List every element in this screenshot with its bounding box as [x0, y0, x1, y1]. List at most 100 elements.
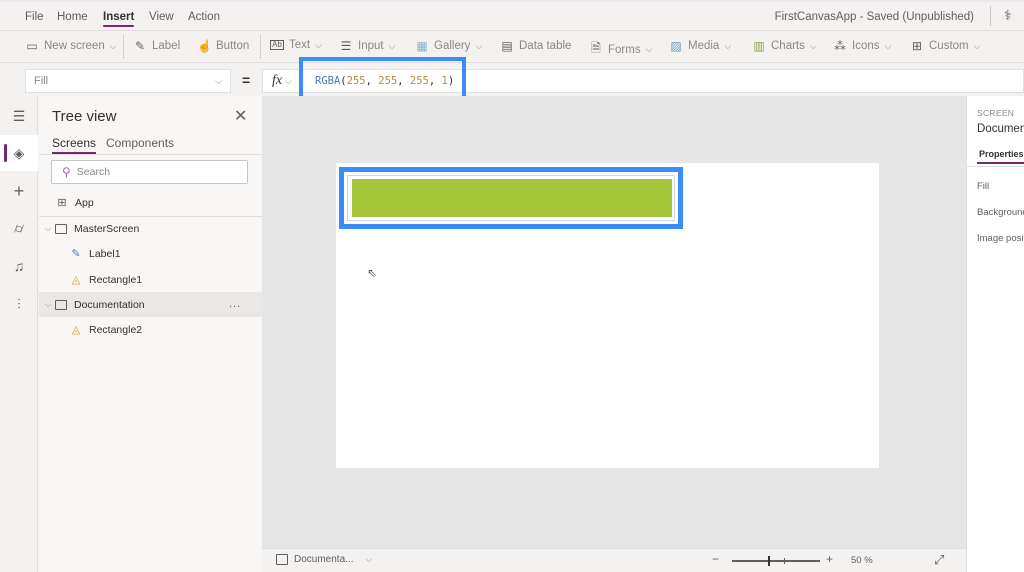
tree-item-documentation[interactable]: ⌵ Documentation ...: [39, 292, 262, 317]
canvas-area[interactable]: ⇖: [262, 96, 966, 548]
shape-icon: ◬: [71, 274, 81, 286]
data-cylinder-icon[interactable]: ⌭: [0, 210, 38, 246]
tab-screens[interactable]: Screens: [52, 136, 97, 154]
charts-label: Charts: [771, 40, 805, 52]
formula-input[interactable]: RGBA(255, 255, 255, 1): [302, 69, 1024, 93]
label-edit-icon: ✎: [134, 39, 146, 53]
media-label: Media: [688, 40, 720, 52]
zoom-in-button[interactable]: +: [826, 552, 833, 566]
media-icon[interactable]: ♫: [0, 248, 38, 284]
text-button[interactable]: Ab Text ⌵: [270, 39, 322, 51]
input-label: Input: [358, 40, 384, 52]
tree-item-label: Rectangle1: [89, 273, 143, 286]
insert-toolbar: ▭ New screen ⌵ ✎ Label ☝ Button Ab Text …: [0, 30, 1024, 62]
chevron-down-icon: ⌵: [809, 40, 817, 51]
tree-item-app[interactable]: ⊞ App: [39, 190, 262, 215]
gallery-label: Gallery: [434, 40, 471, 52]
formula-arg: 255: [409, 75, 429, 87]
chevron-down-icon: ⌵: [475, 40, 483, 51]
property-fill[interactable]: Fill: [977, 181, 989, 192]
fx-button[interactable]: fx ⌵: [262, 69, 302, 93]
tree-view-layers-icon[interactable]: ◈: [0, 135, 38, 171]
properties-panel: SCREEN Documentation Properties Fill Bac…: [966, 96, 1024, 572]
property-image-position[interactable]: Image position: [977, 233, 1024, 244]
tab-components[interactable]: Components: [106, 136, 174, 150]
hamburger-menu-icon[interactable]: ☰: [0, 98, 38, 134]
tree-item-rectangle1[interactable]: ◬ Rectangle1: [39, 267, 262, 292]
menu-insert[interactable]: Insert: [103, 11, 135, 27]
formula-function: RGBA: [315, 75, 341, 87]
tabs-divider: [967, 166, 1024, 167]
menu-view[interactable]: View: [149, 11, 174, 23]
equals-sign: =: [242, 72, 251, 88]
zoom-slider[interactable]: [732, 560, 820, 562]
gallery-icon: ▦: [416, 39, 428, 53]
chart-icon: ▥: [753, 39, 765, 53]
property-dropdown[interactable]: Fill ⌵: [25, 69, 231, 93]
advanced-tools-icon[interactable]: ⫶: [0, 286, 38, 322]
tree-item-label: Rectangle2: [89, 323, 143, 336]
rectangle2[interactable]: [352, 179, 672, 217]
chevron-down-icon: ⌵: [285, 75, 292, 86]
chevron-down-icon[interactable]: ⌵: [45, 300, 55, 310]
canvas-bottom-bar: Documenta... ⌵ − + 50 % ⤢: [262, 548, 966, 572]
fit-to-window-icon[interactable]: ⤢: [934, 552, 944, 568]
chevron-down-icon: ⌵: [884, 40, 892, 51]
media-button[interactable]: ▨ Media ⌵: [669, 39, 731, 53]
label-button[interactable]: ✎ Label: [133, 39, 180, 53]
zoom-slider-thumb[interactable]: [768, 556, 770, 566]
app-checker-stethoscope-icon[interactable]: ⚕: [1004, 7, 1012, 24]
title-divider: [990, 6, 991, 26]
property-background-image[interactable]: Background image: [977, 207, 1024, 218]
app-screen-documentation[interactable]: ⇖: [336, 163, 879, 468]
formula-bar: Fill ⌵ = fx ⌵ RGBA(255, 255, 255, 1): [0, 62, 1024, 96]
menu-action[interactable]: Action: [188, 11, 220, 23]
tree-item-label: MasterScreen: [74, 222, 140, 235]
forms-button[interactable]: 🗎 Forms ⌵: [589, 39, 652, 60]
formula-comma: ,: [397, 75, 410, 87]
chevron-down-icon: ⌵: [365, 554, 373, 564]
chevron-down-icon: ⌵: [645, 44, 653, 54]
new-screen-icon: ▭: [26, 39, 38, 53]
zoom-out-button[interactable]: −: [712, 552, 719, 566]
chevron-down-icon: ⌵: [109, 40, 117, 51]
chevron-down-icon: ⌵: [724, 40, 732, 51]
close-icon[interactable]: ✕: [234, 106, 247, 126]
tree-view-panel: Tree view ✕ Screens Components ⚲ Search …: [39, 96, 262, 572]
menu-home[interactable]: Home: [57, 11, 88, 23]
data-table-button[interactable]: ▤ Data table: [500, 39, 571, 53]
charts-button[interactable]: ▥ Charts ⌵: [752, 39, 817, 53]
search-placeholder: Search: [76, 166, 111, 178]
screen-icon: [276, 554, 288, 565]
input-button[interactable]: ☰ Input ⌵: [339, 39, 396, 53]
chevron-down-icon[interactable]: ⌵: [45, 224, 55, 234]
label-label: Label: [152, 40, 181, 52]
icons-icon: ⁂: [834, 39, 846, 53]
new-screen-button[interactable]: ▭ New screen ⌵: [25, 39, 117, 53]
toolbar-divider: [123, 35, 124, 59]
form-icon: 🗎: [591, 41, 601, 55]
custom-button[interactable]: ⊞ Custom ⌵: [910, 39, 980, 53]
button-button[interactable]: ☝ Button: [197, 39, 249, 53]
chevron-down-icon: ⌵: [388, 40, 396, 51]
tree-item-masterscreen[interactable]: ⌵ MasterScreen: [39, 216, 262, 241]
menu-file[interactable]: File: [25, 11, 44, 23]
gallery-button[interactable]: ▦ Gallery ⌵: [415, 39, 482, 53]
shape-icon: ◬: [71, 324, 81, 336]
more-options-icon[interactable]: ...: [229, 298, 241, 310]
tree-item-label1[interactable]: ✎ Label1: [39, 241, 262, 266]
insert-plus-icon[interactable]: +: [0, 173, 38, 209]
tree-item-rectangle2[interactable]: ◬ Rectangle2: [39, 317, 262, 342]
zoom-value: 50 %: [851, 555, 873, 566]
screen-icon: [55, 223, 67, 234]
formula-arg: 255: [346, 75, 366, 87]
tree-item-label: Label1: [89, 247, 121, 260]
app-title: FirstCanvasApp - Saved (Unpublished): [774, 11, 974, 23]
tab-properties[interactable]: Properties: [977, 149, 1024, 164]
search-icon: ⚲: [62, 165, 71, 179]
screen-selector[interactable]: Documenta... ⌵: [276, 554, 372, 565]
formula-arg: 255: [378, 75, 398, 87]
tree-view-title: Tree view: [52, 108, 117, 125]
icons-button[interactable]: ⁂ Icons ⌵: [833, 39, 891, 53]
search-input[interactable]: ⚲ Search: [51, 160, 248, 184]
